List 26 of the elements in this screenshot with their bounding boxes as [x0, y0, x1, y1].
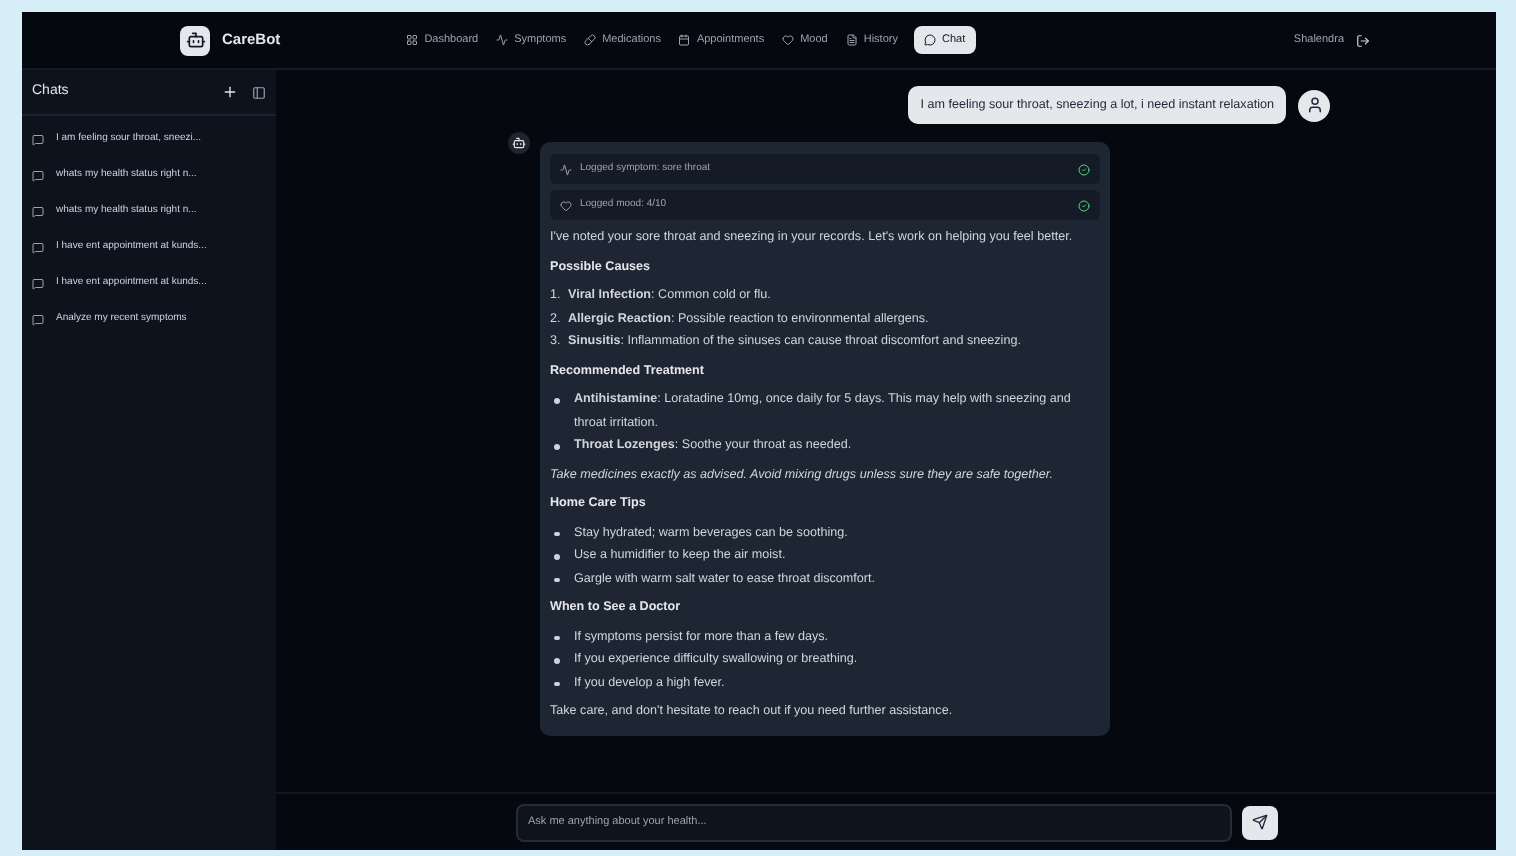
- new-chat-button[interactable]: [222, 84, 238, 100]
- message-icon: [32, 314, 44, 326]
- chat-bubble-icon: [923, 34, 936, 46]
- heart-icon: [782, 34, 795, 46]
- send-icon: [1252, 814, 1268, 830]
- pulse-icon: [496, 34, 509, 46]
- logout-icon: [1356, 33, 1370, 47]
- check-icon: [1078, 163, 1090, 176]
- check-icon: [1078, 199, 1090, 212]
- panel-toggle-button[interactable]: [252, 85, 266, 99]
- logout-button[interactable]: [1356, 33, 1370, 47]
- message-icon: [32, 170, 44, 182]
- pulse-icon: [560, 163, 572, 176]
- heart-icon: [560, 199, 572, 212]
- message-icon: [32, 206, 44, 218]
- document-icon: [845, 34, 858, 46]
- plus-icon: [222, 84, 238, 100]
- pill-icon: [584, 34, 597, 46]
- person-icon: [1305, 96, 1323, 115]
- calendar-icon: [678, 34, 691, 46]
- grid-icon: [406, 34, 419, 46]
- message-icon: [32, 242, 44, 254]
- message-icon: [32, 134, 44, 146]
- send-button[interactable]: [1242, 805, 1278, 839]
- panel-icon: [252, 85, 266, 99]
- message-icon: [32, 278, 44, 290]
